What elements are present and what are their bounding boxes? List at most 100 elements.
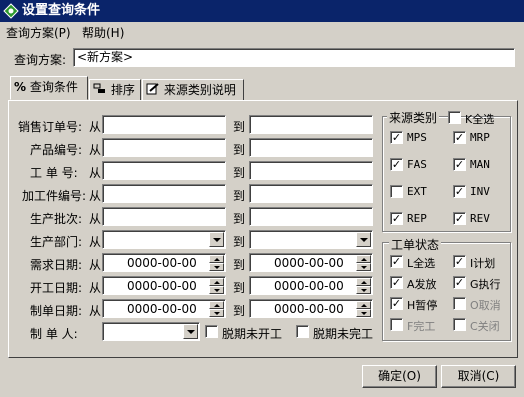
source-label-0: MPS [407,131,427,144]
status-checkbox-1[interactable]: ✓ [453,255,466,268]
app-icon [3,3,19,19]
tab-sort[interactable]: 排序 [89,79,141,101]
start-date-label: 开工日期: [30,281,83,295]
spinner[interactable] [209,301,224,317]
to-label: 到 [233,166,246,180]
status-checkbox-5[interactable] [453,297,466,310]
create-date-to[interactable]: 0000-00-00 [249,299,373,318]
part-no-to[interactable] [249,184,373,203]
demand-date-to[interactable]: 0000-00-00 [249,253,373,272]
status-label-5: O取消 [470,299,501,312]
start-date-to[interactable]: 0000-00-00 [249,276,373,295]
menu-scheme[interactable]: 查询方案(P) [6,24,71,41]
source-checkbox-3[interactable]: ✓ [453,158,466,171]
order-no-label: 销售订单号: [18,120,83,134]
source-checkbox-7[interactable]: ✓ [453,212,466,225]
source-label-7: REV [470,212,490,225]
source-label-4: EXT [407,185,427,198]
status-checkbox-3[interactable]: ✓ [453,276,466,289]
order-no-to[interactable] [249,115,373,134]
chevron-down-icon[interactable] [209,232,224,247]
chevron-down-icon[interactable] [183,324,198,339]
date-value: 0000-00-00 [274,302,344,316]
source-group-title: 来源类别 [387,109,440,126]
status-checkbox-0[interactable]: ✓ [390,255,403,268]
menu-help[interactable]: 帮助(H) [82,24,124,41]
source-checkbox-2[interactable]: ✓ [390,158,403,171]
source-checkbox-5[interactable]: ✓ [453,185,466,198]
date-value: 0000-00-00 [127,302,197,316]
dept-from-select[interactable] [102,230,226,249]
part-no-label: 加工件编号: [22,189,87,203]
to-label: 到 [233,143,246,157]
not-finished-checkbox[interactable] [296,325,309,338]
status-checkbox-6[interactable] [390,318,403,331]
source-checkbox-4[interactable] [390,185,403,198]
source-label-5: INV [470,185,490,198]
scheme-label: 查询方案: [14,53,67,67]
spinner[interactable] [356,255,371,271]
from-label: 从 [89,143,102,157]
from-label: 从 [89,212,102,226]
creator-select[interactable] [102,322,200,341]
batch-from[interactable] [102,207,226,226]
from-label: 从 [89,120,102,134]
not-started-checkbox[interactable] [205,325,218,338]
creator-label: 制 单 人: [30,327,78,341]
from-label: 从 [89,281,102,295]
batch-label: 生产批次: [30,212,83,226]
to-label: 到 [233,304,246,318]
source-checkbox-6[interactable]: ✓ [390,212,403,225]
spinner[interactable] [356,301,371,317]
demand-date-from[interactable]: 0000-00-00 [102,253,226,272]
not-finished-label: 脱期未完工 [313,327,374,341]
source-select-all-label: K全选 [465,113,495,126]
status-checkbox-4[interactable]: ✓ [390,297,403,310]
batch-to[interactable] [249,207,373,226]
source-checkbox-0[interactable]: ✓ [390,131,403,144]
source-select-all-checkbox[interactable] [448,111,461,124]
spinner[interactable] [209,278,224,294]
dept-to-select[interactable] [249,230,373,249]
from-label: 从 [89,304,102,318]
spinner[interactable] [356,278,371,294]
spinner[interactable] [209,255,224,271]
to-label: 到 [233,189,246,203]
chevron-down-icon[interactable] [356,232,371,247]
status-checkbox-2[interactable]: ✓ [390,276,403,289]
from-label: 从 [89,258,102,272]
product-no-to[interactable] [249,138,373,157]
status-label-6: F完工 [407,320,436,333]
from-label: 从 [89,235,102,249]
filter-icon: % [14,80,27,94]
from-label: 从 [89,189,102,203]
tab-query-conditions[interactable]: % 查询条件 [10,76,88,100]
not-started-label: 脱期未开工 [222,327,283,341]
product-no-label: 产品编号: [30,143,83,157]
start-date-from[interactable]: 0000-00-00 [102,276,226,295]
ok-button[interactable]: 确定(O) [362,365,437,388]
dept-label: 生产部门: [30,235,83,249]
to-label: 到 [233,235,246,249]
date-value: 0000-00-00 [274,279,344,293]
cancel-button[interactable]: 取消(C) [441,365,516,388]
source-label-2: FAS [407,158,427,171]
status-label-3: G执行 [470,278,501,291]
work-no-to[interactable] [249,161,373,180]
to-label: 到 [233,212,246,226]
scheme-field[interactable]: <新方案> [73,48,515,67]
order-no-from[interactable] [102,115,226,134]
create-date-from[interactable]: 0000-00-00 [102,299,226,318]
status-checkbox-7[interactable] [453,318,466,331]
tab-source-desc[interactable]: 来源类别说明 [142,79,244,101]
create-date-label: 制单日期: [30,304,83,318]
title-bar: 设置查询条件 [0,0,524,22]
to-label: 到 [233,120,246,134]
status-label-1: I计划 [470,257,496,270]
product-no-from[interactable] [102,138,226,157]
note-icon [146,83,159,95]
part-no-from[interactable] [102,184,226,203]
source-checkbox-1[interactable]: ✓ [453,131,466,144]
status-label-2: A发放 [407,278,437,291]
work-no-from[interactable] [102,161,226,180]
